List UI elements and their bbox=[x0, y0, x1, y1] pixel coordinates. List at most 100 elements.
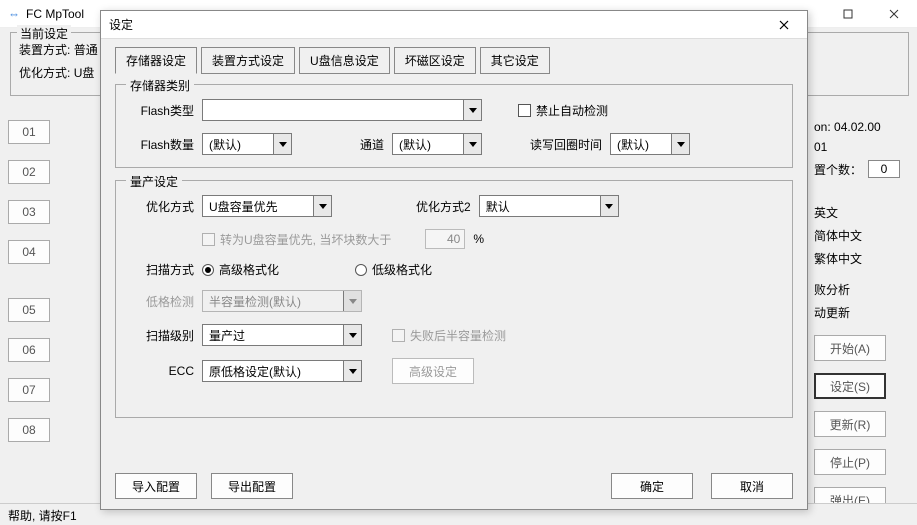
maximize-button[interactable] bbox=[825, 0, 871, 28]
opt-label: 优化方式: bbox=[19, 66, 70, 80]
refresh-button[interactable]: 更新(R) bbox=[814, 411, 886, 437]
chevron-down-icon bbox=[273, 134, 291, 154]
mount-label: 装置方式: bbox=[19, 43, 70, 57]
optimize-value: U盘容量优先 bbox=[203, 198, 313, 215]
main-window-title: FC MpTool bbox=[26, 7, 84, 21]
ecc-value: 原低格设定(默认) bbox=[203, 363, 343, 380]
slot-05[interactable]: 05 bbox=[8, 298, 50, 322]
chevron-down-icon bbox=[463, 100, 481, 120]
disable-autodetect-label: 禁止自动检测 bbox=[536, 102, 608, 119]
tab-mount[interactable]: 装置方式设定 bbox=[201, 47, 295, 74]
start-button[interactable]: 开始(A) bbox=[814, 335, 886, 361]
ecc-label: ECC bbox=[130, 364, 194, 378]
rw-time-label: 读写回圈时间 bbox=[530, 136, 602, 153]
dialog-titlebar: 设定 bbox=[101, 11, 807, 39]
rw-time-value: (默认) bbox=[611, 136, 671, 153]
scan-high-radio[interactable]: 高级格式化 bbox=[202, 261, 279, 278]
flash-count-value: (默认) bbox=[203, 136, 273, 153]
ecc-select[interactable]: 原低格设定(默认) bbox=[202, 360, 362, 382]
to-udisk-label: 转为U盘容量优先, 当坏块数大于 bbox=[220, 231, 391, 248]
to-udisk-checkbox: 转为U盘容量优先, 当坏块数大于 bbox=[202, 231, 391, 248]
flash-count-label: Flash数量 bbox=[130, 136, 194, 153]
count-label: 置个数： bbox=[814, 161, 862, 178]
chevron-down-icon bbox=[600, 196, 618, 216]
advanced-button: 高级设定 bbox=[392, 358, 474, 384]
stop-button[interactable]: 停止(P) bbox=[814, 449, 886, 475]
slot-04[interactable]: 04 bbox=[8, 240, 50, 264]
lang-zht[interactable]: 繁体中文 bbox=[814, 250, 909, 267]
chevron-down-icon bbox=[313, 196, 331, 216]
production-group: 量产设定 优化方式 U盘容量优先 优化方式2 默认 转为U盘容量优先, 当坏块数… bbox=[115, 180, 793, 418]
fail-half-label: 失败后半容量检测 bbox=[410, 327, 506, 344]
link-auto-update[interactable]: 动更新 bbox=[814, 304, 909, 321]
optimize2-value: 默认 bbox=[480, 198, 600, 215]
flash-type-label: Flash类型 bbox=[130, 102, 194, 119]
rw-time-select[interactable]: (默认) bbox=[610, 133, 690, 155]
tab-storage[interactable]: 存储器设定 bbox=[115, 47, 197, 74]
scan-low-label: 低级格式化 bbox=[372, 261, 432, 278]
scan-level-label: 扫描级别 bbox=[130, 327, 194, 344]
optimize2-select[interactable]: 默认 bbox=[479, 195, 619, 217]
mount-value: 普通 bbox=[74, 43, 98, 57]
optimize2-label: 优化方式2 bbox=[416, 198, 471, 215]
chevron-down-icon bbox=[343, 325, 361, 345]
dialog-close-button[interactable] bbox=[769, 11, 799, 39]
opt-value: U盘 bbox=[74, 66, 95, 80]
slot-07[interactable]: 07 bbox=[8, 378, 50, 402]
slot-02[interactable]: 02 bbox=[8, 160, 50, 184]
scan-mode-label: 扫描方式 bbox=[130, 261, 194, 278]
scan-high-label: 高级格式化 bbox=[219, 261, 279, 278]
import-button[interactable]: 导入配置 bbox=[115, 473, 197, 499]
sub-version: 01 bbox=[814, 140, 909, 154]
settings-button[interactable]: 设定(S) bbox=[814, 373, 886, 399]
bad-block-input bbox=[425, 229, 465, 249]
scan-level-value: 量产过 bbox=[203, 327, 343, 344]
dialog-title: 设定 bbox=[109, 16, 133, 33]
production-title: 量产设定 bbox=[126, 173, 182, 190]
scan-level-select[interactable]: 量产过 bbox=[202, 324, 362, 346]
tabbar: 存储器设定 装置方式设定 U盘信息设定 坏磁区设定 其它设定 bbox=[115, 47, 793, 74]
tab-udisk[interactable]: U盘信息设定 bbox=[299, 47, 390, 74]
percent-label: % bbox=[473, 232, 484, 246]
slot-08[interactable]: 08 bbox=[8, 418, 50, 442]
export-button[interactable]: 导出配置 bbox=[211, 473, 293, 499]
usb-icon: ⇔ bbox=[8, 7, 20, 21]
status-text: 帮助, 请按F1 bbox=[8, 509, 77, 523]
slot-06[interactable]: 06 bbox=[8, 338, 50, 362]
optimize-label: 优化方式 bbox=[130, 198, 194, 215]
lang-zhs[interactable]: 简体中文 bbox=[814, 227, 909, 244]
close-button[interactable] bbox=[871, 0, 917, 28]
cancel-button[interactable]: 取消 bbox=[711, 473, 793, 499]
channel-select[interactable]: (默认) bbox=[392, 133, 482, 155]
flash-type-select[interactable] bbox=[202, 99, 482, 121]
chevron-down-icon bbox=[463, 134, 481, 154]
slot-column: 01 02 03 04 05 06 07 08 bbox=[8, 120, 56, 458]
chevron-down-icon bbox=[671, 134, 689, 154]
low-detect-value: 半容量检测(默认) bbox=[203, 293, 343, 310]
chevron-down-icon bbox=[343, 361, 361, 381]
storage-type-group: 存储器类别 Flash类型 禁止自动检测 Flash数量 (默认) bbox=[115, 84, 793, 168]
count-value: 0 bbox=[868, 160, 900, 178]
tab-other[interactable]: 其它设定 bbox=[480, 47, 550, 74]
storage-type-title: 存储器类别 bbox=[126, 77, 194, 94]
right-column: on: 04.02.00 01 置个数： 0 英文 简体中文 繁体中文 败分析 … bbox=[814, 120, 909, 525]
fail-half-checkbox: 失败后半容量检测 bbox=[392, 327, 506, 344]
link-fail-analysis[interactable]: 败分析 bbox=[814, 281, 909, 298]
version-text: on: 04.02.00 bbox=[814, 120, 909, 134]
lang-en[interactable]: 英文 bbox=[814, 204, 909, 221]
low-detect-label: 低格检测 bbox=[130, 293, 194, 310]
slot-03[interactable]: 03 bbox=[8, 200, 50, 224]
scan-low-radio[interactable]: 低级格式化 bbox=[355, 261, 432, 278]
chevron-down-icon bbox=[343, 291, 361, 311]
channel-label: 通道 bbox=[360, 136, 384, 153]
tab-badsector[interactable]: 坏磁区设定 bbox=[394, 47, 476, 74]
disable-autodetect-checkbox[interactable]: 禁止自动检测 bbox=[518, 102, 608, 119]
flash-count-select[interactable]: (默认) bbox=[202, 133, 292, 155]
current-settings-title: 当前设定 bbox=[17, 25, 71, 42]
ok-button[interactable]: 确定 bbox=[611, 473, 693, 499]
slot-01[interactable]: 01 bbox=[8, 120, 50, 144]
low-detect-select: 半容量检测(默认) bbox=[202, 290, 362, 312]
optimize-select[interactable]: U盘容量优先 bbox=[202, 195, 332, 217]
settings-dialog: 设定 存储器设定 装置方式设定 U盘信息设定 坏磁区设定 其它设定 存储器类别 … bbox=[100, 10, 808, 510]
channel-value: (默认) bbox=[393, 136, 463, 153]
